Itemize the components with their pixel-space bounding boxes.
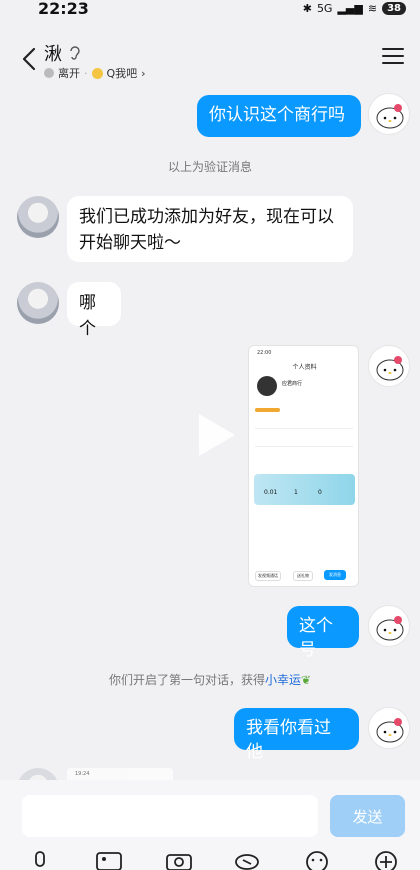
shot-title: 个人资料 [292,364,317,371]
status-time: 22:23 [38,0,89,18]
my-avatar[interactable] [368,345,410,387]
network-label: 5G [316,2,333,15]
shot-badges [255,408,280,412]
menu-icon[interactable] [382,48,404,66]
sprout-icon: ❦ [300,673,312,687]
message-bubble-out[interactable]: 这个号 [287,606,359,660]
shot-stat: 0 [318,489,322,496]
shot-divider [255,446,353,447]
status-icons: ✱ 5G ▂▄▆ ≋ 38 [303,2,406,15]
hello-kitty-icon [376,104,404,129]
system-message-verify: 以上为验证消息 [167,160,252,174]
system-message-text: 你们开启了第一句对话，获得 [108,673,265,687]
shot-avatar [257,376,277,396]
lucky-link[interactable]: 小幸运 [265,673,301,687]
hello-kitty-icon [376,616,404,641]
shot-divider [255,428,353,429]
red-packet-icon[interactable] [233,850,261,870]
message-input[interactable] [22,795,318,837]
my-avatar[interactable] [368,707,410,749]
partial-preview-time: 19:24 [75,771,90,777]
system-message-luck: 你们开启了第一句对话，获得小幸运❦ [0,671,420,688]
battery-indicator: 38 [382,2,406,15]
qzone-link[interactable]: Q我吧 [107,65,138,81]
shot-gift-button: 送礼物 [293,571,313,581]
bluetooth-icon: ✱ [302,2,312,15]
away-status-icon [44,68,54,78]
shot-video-button: 发视频通话 [255,571,281,581]
back-arrow-icon[interactable] [16,44,46,74]
shot-stats-card: 0.01 1 0 [254,474,355,505]
message-bubble-in[interactable]: 我们已成功添加为好友，现在可以开始聊天啦～ [67,196,353,262]
smile-icon [91,67,103,79]
ear-icon [70,46,80,60]
shot-message-button: 发消息 [324,570,346,580]
message-bubble-in[interactable]: 哪个 [67,282,121,339]
my-avatar[interactable] [368,605,410,647]
contact-name: 湫 [44,44,62,65]
shot-time: 22:00 [257,350,272,356]
image-icon[interactable] [95,850,123,870]
separator: · [84,66,88,80]
contact-avatar[interactable] [17,282,59,324]
my-avatar[interactable] [368,93,410,135]
message-bubble-out[interactable]: 我看你看过他 [234,708,359,762]
signal-icon: ▂▄▆ [337,2,363,15]
message-bubble-out[interactable]: 你认识这个商行吗 [197,95,361,137]
plus-icon[interactable] [372,850,400,870]
shot-name: 应君商行 [282,381,303,387]
send-button[interactable]: 发送 [330,795,405,837]
emoji-icon[interactable] [303,850,331,870]
shot-stat: 1 [294,489,298,496]
contact-subtitle[interactable]: 离开 · Q我吧 › [44,65,146,81]
image-message[interactable]: 22:00 个人资料 应君商行 0.01 1 0 发视频通话 送礼物 发消息 [248,345,359,587]
wifi-icon: ≋ [367,2,378,15]
chat-title[interactable]: 湫 [44,40,82,66]
chevron-right-icon: › [141,66,146,80]
microphone-icon[interactable] [26,850,54,870]
away-status-text: 离开 [58,67,80,80]
hello-kitty-icon [376,718,404,743]
hello-kitty-icon [376,356,404,381]
play-icon[interactable] [195,410,239,460]
contact-avatar[interactable] [17,196,59,238]
camera-icon[interactable] [165,850,193,870]
shot-stat: 0.01 [264,489,278,496]
